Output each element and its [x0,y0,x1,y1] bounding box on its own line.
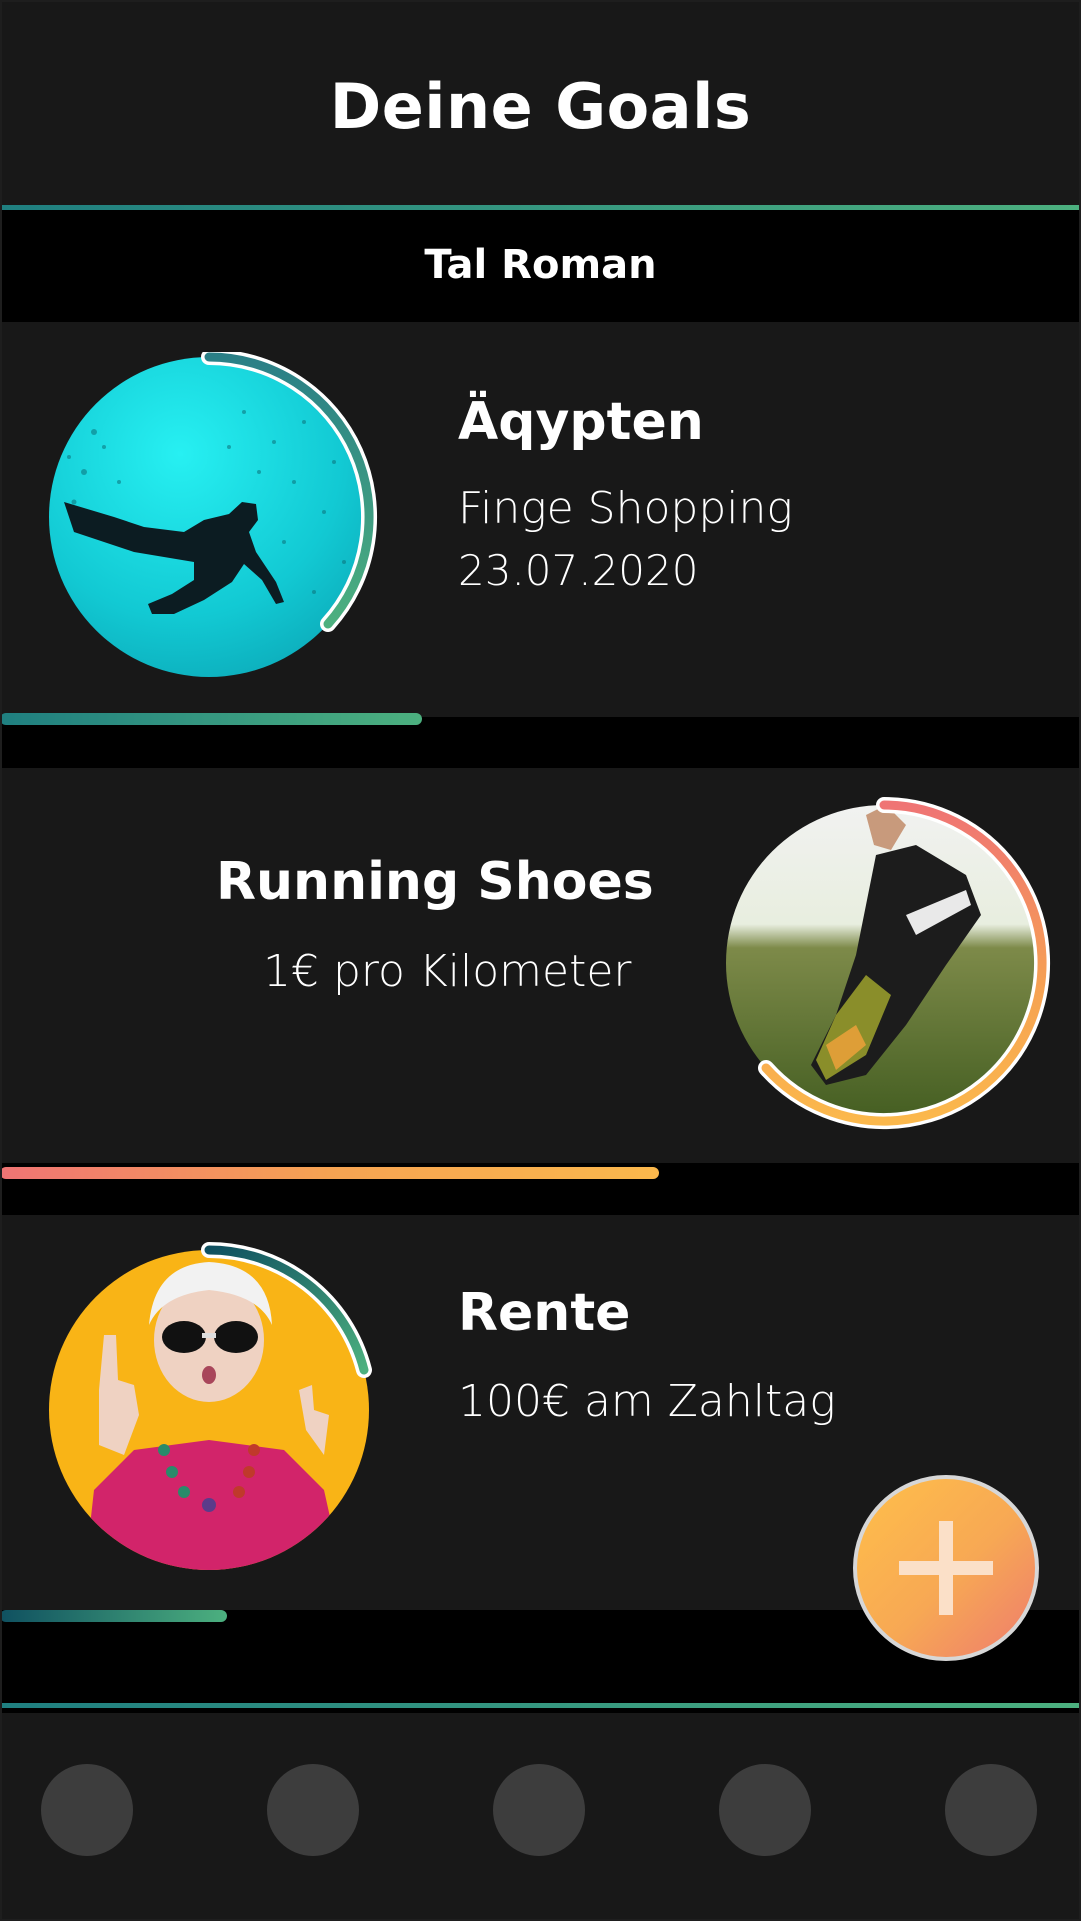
app-frame [0,0,1081,1921]
